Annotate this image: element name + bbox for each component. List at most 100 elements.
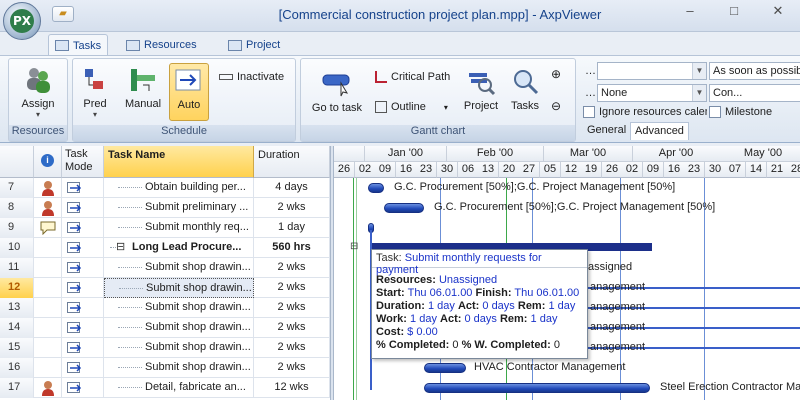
info-cell [34,338,62,358]
critical-path-button[interactable]: Critical Path [375,71,450,83]
task-mode-cell [62,218,104,238]
ignore-calendars-checkbox[interactable]: Ignore resources calendars [583,106,707,118]
resources-tab-icon [126,39,140,51]
assign-resources-icon [27,68,50,93]
duration-cell[interactable]: 2 wks [254,278,330,298]
row-number[interactable]: 14 [0,318,34,338]
group-by-combo[interactable]: None ▼ [597,84,707,102]
task-name-cell[interactable]: Submit shop drawin... [104,298,254,318]
task-tooltip: Task: Submit monthly requests for paymen… [371,249,588,359]
tab-project[interactable]: Project [222,34,286,56]
duration-cell[interactable]: 2 wks [254,198,330,218]
tooltip-work-rem-label: Rem: [499,313,528,325]
table-row[interactable]: 9 Submit monthly req... 1 day [0,218,330,238]
milestone-checkbox[interactable]: Milestone [709,106,772,118]
inactivate-button[interactable]: Inactivate [219,71,284,83]
subtab-advanced[interactable]: Advanced [630,122,689,140]
duration-cell[interactable]: 2 wks [254,318,330,338]
milestone-box[interactable] [709,106,721,118]
duration-header[interactable]: Duration [254,146,330,178]
duration-cell[interactable]: 4 days [254,178,330,198]
collapse-icon[interactable]: ⊟ [116,238,125,257]
task-bar[interactable] [384,203,424,213]
task-name-cell[interactable]: Submit shop drawin... [104,358,254,378]
table-row[interactable]: 7 Obtain building per... 4 days [0,178,330,198]
info-cell [34,358,62,378]
task-name-cell[interactable]: Submit preliminary ... [104,198,254,218]
maximize-button[interactable]: □ [712,0,756,22]
duration-cell[interactable]: 560 hrs [254,238,330,258]
zoom-out-button[interactable]: ⊖ [551,99,561,113]
tab-resources[interactable]: Resources [120,34,203,56]
task-bar[interactable] [424,383,650,393]
ignore-calendars-box[interactable] [583,106,595,118]
window-title: [Commercial construction project plan.mp… [278,7,602,22]
zoom-in-button[interactable]: ⊕ [551,67,561,81]
task-name-cell[interactable]: Submit shop drawin... [104,278,254,298]
row-number[interactable]: 11 [0,258,34,278]
tasks-search-icon [514,70,539,95]
table-row[interactable]: 17 Detail, fabricate an... 12 wks [0,378,330,398]
task-name-cell[interactable]: Submit shop drawin... [104,318,254,338]
close-button[interactable]: ✕ [756,0,800,22]
task-name-header[interactable]: Task Name [104,146,254,178]
task-name-cell[interactable]: ⊟ Long Lead Procure... [104,238,254,258]
task-mode-header[interactable]: Task Mode [62,146,104,178]
table-row[interactable]: 12 Submit shop drawin... 2 wks [0,278,330,298]
table-row[interactable]: 10 ⊟ Long Lead Procure... 560 hrs [0,238,330,258]
group-by-value: None [601,87,628,99]
subtab-general[interactable]: General [583,122,630,140]
filter-combo[interactable]: ▼ [597,62,707,80]
row-number[interactable]: 13 [0,298,34,318]
row-number[interactable]: 17 [0,378,34,398]
task-name-text: Submit shop drawin... [145,261,251,273]
open-folder-icon[interactable]: ▰ [52,6,74,22]
filter-combo-arrow-icon[interactable]: ▼ [692,63,706,79]
table-row[interactable]: 11 Submit shop drawin... 2 wks [0,258,330,278]
task-name-cell[interactable]: Submit shop drawin... [104,258,254,278]
minimize-button[interactable]: – [668,0,712,22]
tooltip-rem-value: 1 day [548,300,576,312]
outline-button[interactable]: Outline ▾ [375,101,448,113]
go-to-task-button[interactable]: Go to task [309,69,365,123]
duration-cell[interactable]: 1 day [254,218,330,238]
duration-cell[interactable]: 2 wks [254,338,330,358]
duration-cell[interactable]: 12 wks [254,378,330,398]
row-number[interactable]: 12 [0,278,34,298]
constraint-date-combo[interactable]: Con... [709,84,800,102]
auto-button[interactable]: Auto [169,63,209,121]
assign-button[interactable]: Assign ▾ [11,65,65,123]
task-bar[interactable] [368,183,384,193]
duration-cell[interactable]: 2 wks [254,298,330,318]
task-bar[interactable] [424,363,466,373]
table-row[interactable]: 16 Submit shop drawin... 2 wks [0,358,330,378]
timescale-month: Apr '00 [633,146,720,162]
group-by-arrow-icon[interactable]: ▼ [692,85,706,101]
task-name-cell[interactable]: Obtain building per... [104,178,254,198]
project-button[interactable]: Project [459,67,503,123]
tab-tasks[interactable]: Tasks [48,34,109,56]
row-number[interactable]: 8 [0,198,34,218]
task-name-cell[interactable]: Detail, fabricate an... [104,378,254,398]
table-row[interactable]: 15 Submit shop drawin... 2 wks [0,338,330,358]
pred-button[interactable]: Pred ▾ [77,65,113,123]
task-name-cell[interactable]: Submit shop drawin... [104,338,254,358]
app-menu-button[interactable]: PX [3,2,41,40]
row-number[interactable]: 7 [0,178,34,198]
row-number[interactable]: 9 [0,218,34,238]
task-name-cell[interactable]: Submit monthly req... [104,218,254,238]
gantt-collapse-icon[interactable]: ⊟ [350,241,358,252]
row-number[interactable]: 15 [0,338,34,358]
row-number[interactable]: 10 [0,238,34,258]
table-row[interactable]: 13 Submit shop drawin... 2 wks [0,298,330,318]
constraint-type-combo[interactable]: As soon as possible [709,62,800,80]
table-row[interactable]: 14 Submit shop drawin... 2 wks [0,318,330,338]
row-number[interactable]: 16 [0,358,34,378]
duration-cell[interactable]: 2 wks [254,258,330,278]
manual-button[interactable]: Manual [121,65,165,123]
tasks-button[interactable]: Tasks [505,67,545,123]
info-header[interactable]: i [34,146,62,178]
timescale-day: 02 [355,162,376,178]
duration-cell[interactable]: 2 wks [254,358,330,378]
table-row[interactable]: 8 Submit preliminary ... 2 wks [0,198,330,218]
